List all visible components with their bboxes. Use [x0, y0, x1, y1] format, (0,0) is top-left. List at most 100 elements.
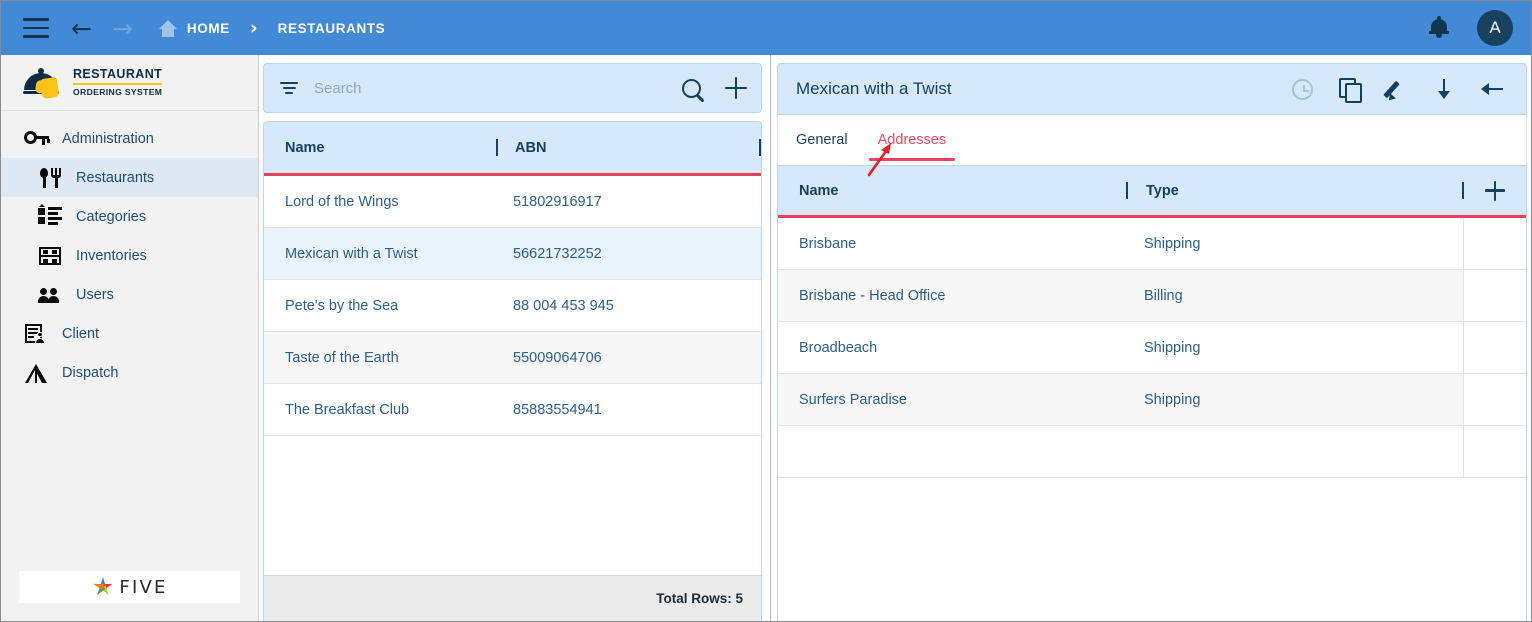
cell-abn: 55009064706	[513, 349, 602, 366]
cell-name: Taste of the Earth	[285, 349, 399, 366]
user-avatar[interactable]: A	[1477, 10, 1513, 46]
cell-action[interactable]	[1464, 218, 1526, 269]
browser-back-icon[interactable]: ←	[71, 16, 92, 41]
download-icon[interactable]	[1434, 78, 1454, 100]
cell-type: Shipping	[1126, 322, 1464, 373]
users-icon	[37, 284, 63, 306]
cell-name: Mexican with a Twist	[285, 245, 418, 262]
column-header-abn[interactable]: ABN	[498, 140, 759, 156]
sidebar-label-administration: Administration	[62, 130, 154, 147]
main-body: RESTAURANT ORDERING SYSTEM Administratio…	[1, 55, 1531, 621]
breadcrumb-home[interactable]: HOME	[187, 21, 230, 36]
sidebar-item-categories[interactable]: Categories	[1, 197, 258, 236]
detail-tabs: General Addresses	[777, 115, 1527, 165]
search-icon[interactable]	[682, 78, 701, 98]
table-row[interactable]: Broadbeach Shipping	[778, 322, 1526, 374]
sidebar-label-client: Client	[62, 325, 100, 342]
history-icon[interactable]	[1292, 78, 1313, 100]
table-row[interactable]: Lord of the Wings 51802916917	[264, 176, 761, 228]
sidebar-label-dispatch: Dispatch	[62, 364, 119, 381]
sidebar-item-administration[interactable]: Administration	[1, 119, 258, 158]
addresses-grid-header: Name Type	[778, 166, 1526, 218]
key-icon	[23, 128, 51, 150]
cell-action[interactable]	[1464, 322, 1526, 373]
addresses-grid: Name Type Brisbane Shipping Brisbane - H…	[777, 165, 1527, 621]
breadcrumb-separator-icon: ›	[249, 17, 258, 39]
cell-name: Broadbeach	[799, 339, 878, 356]
cell-abn: 56621732252	[513, 245, 602, 262]
cell-name: Brisbane - Head Office	[778, 270, 1126, 321]
food-dome-hand-icon	[23, 67, 67, 99]
cell-abn: 85883554941	[513, 401, 602, 418]
cell-type: Shipping	[1126, 218, 1464, 269]
shelf-icon	[37, 245, 63, 267]
sidebar-item-inventories[interactable]: Inventories	[1, 236, 258, 275]
page-title: Mexican with a Twist	[796, 79, 952, 98]
table-row[interactable]: Pete's by the Sea 88 004 453 945	[264, 280, 761, 332]
add-address-button[interactable]	[1485, 180, 1505, 201]
app-logo: RESTAURANT ORDERING SYSTEM	[1, 55, 258, 111]
add-restaurant-button[interactable]	[725, 77, 747, 99]
table-row[interactable]: Mexican with a Twist 56621732252	[264, 228, 761, 280]
table-row-empty	[778, 426, 1526, 478]
client-form-icon	[23, 323, 49, 345]
logo-line-2: ORDERING SYSTEM	[73, 86, 163, 97]
five-wordmark: FIVE	[119, 576, 168, 598]
table-row[interactable]: The Breakfast Club 85883554941	[264, 384, 761, 436]
column-header-name[interactable]: Name	[778, 183, 1126, 199]
restaurant-grid-header: Name ABN	[264, 122, 761, 176]
table-row[interactable]: Taste of the Earth 55009064706	[264, 332, 761, 384]
sidebar-item-dispatch[interactable]: Dispatch	[1, 353, 258, 392]
breadcrumb-restaurants[interactable]: RESTAURANTS	[278, 21, 386, 36]
sidebar-item-users[interactable]: Users	[1, 275, 258, 314]
cell-abn: 88 004 453 945	[513, 297, 614, 314]
table-row[interactable]: Surfers Paradise Shipping	[778, 374, 1526, 426]
hamburger-menu-icon[interactable]	[23, 18, 49, 38]
cell-type: Billing	[1126, 270, 1464, 321]
copy-icon[interactable]	[1339, 78, 1362, 103]
list-bullets-icon	[37, 204, 63, 228]
home-icon[interactable]	[158, 19, 178, 37]
sidebar-label-users: Users	[76, 286, 114, 303]
sidebar: RESTAURANT ORDERING SYSTEM Administratio…	[1, 55, 259, 621]
detail-panel: Mexican with a Twist General Addresses N…	[771, 55, 1531, 621]
cell-action[interactable]	[1464, 270, 1526, 321]
five-star-icon	[91, 575, 115, 599]
detail-header: Mexican with a Twist	[777, 63, 1527, 115]
logo-line-1: RESTAURANT	[73, 68, 163, 85]
table-row[interactable]: Brisbane Shipping	[778, 218, 1526, 270]
grid-footer: Total Rows: 5	[264, 575, 761, 621]
cell-name: Surfers Paradise	[778, 374, 1126, 425]
cell-name: Lord of the Wings	[285, 193, 399, 210]
cell-name: Pete's by the Sea	[285, 297, 399, 314]
top-navigation-bar: ← → HOME › RESTAURANTS A	[1, 1, 1531, 55]
column-header-type[interactable]: Type	[1128, 183, 1462, 199]
column-divider-icon-2[interactable]	[759, 139, 761, 156]
cell-action[interactable]	[1464, 374, 1526, 425]
column-header-name[interactable]: Name	[264, 140, 496, 156]
filter-icon[interactable]	[280, 81, 298, 95]
tab-addresses[interactable]: Addresses	[868, 115, 955, 165]
five-footer-logo: FIVE	[19, 571, 240, 603]
add-address-cell	[1464, 180, 1526, 201]
search-input[interactable]	[314, 79, 682, 97]
sidebar-label-inventories: Inventories	[76, 247, 147, 264]
total-rows-label: Total Rows: 5	[656, 591, 743, 606]
application-window: ← → HOME › RESTAURANTS A RESTAURANT ORDE…	[0, 0, 1532, 622]
sidebar-item-restaurants[interactable]: Restaurants	[1, 158, 258, 197]
cell-abn: 51802916917	[513, 193, 602, 210]
edit-pencil-icon[interactable]	[1386, 78, 1408, 100]
notification-bell-icon[interactable]	[1429, 16, 1449, 39]
browser-forward-icon[interactable]: →	[112, 16, 133, 41]
compass-triangle-icon	[23, 362, 49, 384]
restaurant-list-panel: Name ABN Lord of the Wings 51802916917 M…	[259, 55, 771, 621]
restaurant-grid: Name ABN Lord of the Wings 51802916917 M…	[263, 121, 762, 621]
sidebar-label-categories: Categories	[76, 208, 147, 225]
sidebar-item-client[interactable]: Client	[1, 314, 258, 353]
table-row[interactable]: Brisbane - Head Office Billing	[778, 270, 1526, 322]
tab-general[interactable]: General	[796, 115, 848, 165]
cell-name: Brisbane	[799, 235, 857, 252]
cell-type: Shipping	[1126, 374, 1464, 425]
back-arrow-icon[interactable]	[1480, 78, 1504, 100]
